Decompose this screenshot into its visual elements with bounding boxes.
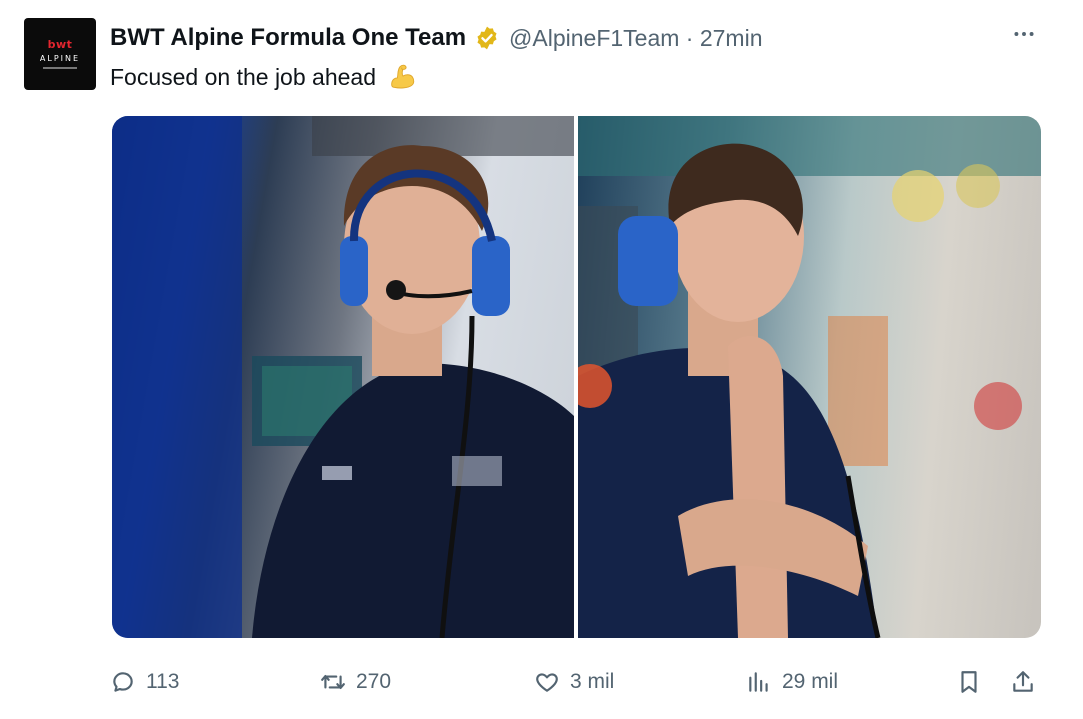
photo-driver-thinking[interactable] [578,116,1041,638]
action-bar: 113 270 3 mil 29 mil [110,664,1042,700]
avatar-logo-text: bwt [47,38,73,51]
like-button[interactable]: 3 mil [534,664,614,700]
reply-icon [113,672,133,692]
tweet-text-content: Focused on the job ahead [110,63,376,90]
repost-icon [321,674,345,690]
avatar-logo-line [43,67,77,69]
share-button[interactable] [1010,664,1036,700]
tweet-card: bwt ALPINE BWT Alpine Formula One Team @… [0,0,1083,719]
tweet-text: Focused on the job ahead [110,60,420,94]
more-options-icon[interactable] [1008,20,1040,48]
verified-badge-icon[interactable] [474,25,500,51]
avatar[interactable]: bwt ALPINE [24,18,96,90]
media-grid [112,116,1041,638]
bookmark-button[interactable] [956,664,982,700]
views-button[interactable]: 29 mil [746,664,838,700]
repost-count: 270 [356,670,392,693]
bookmark-icon [961,671,977,693]
photo-driver-with-headset-mic[interactable] [112,116,574,638]
heart-icon [536,673,558,692]
reply-button[interactable]: 113 [110,664,179,700]
views-count: 29 mil [782,670,839,693]
repost-button[interactable]: 270 [320,664,391,700]
handle-and-timestamp[interactable]: @AlpineF1Team · 27min [509,25,762,52]
reply-count: 113 [146,670,180,693]
views-chart-icon [749,672,768,692]
flexed-biceps-icon [386,60,420,94]
avatar-logo-subtext: ALPINE [39,54,81,63]
tweet-header: BWT Alpine Formula One Team @AlpineF1Tea… [110,22,762,54]
share-icon [1013,671,1033,692]
display-name[interactable]: BWT Alpine Formula One Team [110,24,466,52]
like-count: 3 mil [570,670,615,693]
